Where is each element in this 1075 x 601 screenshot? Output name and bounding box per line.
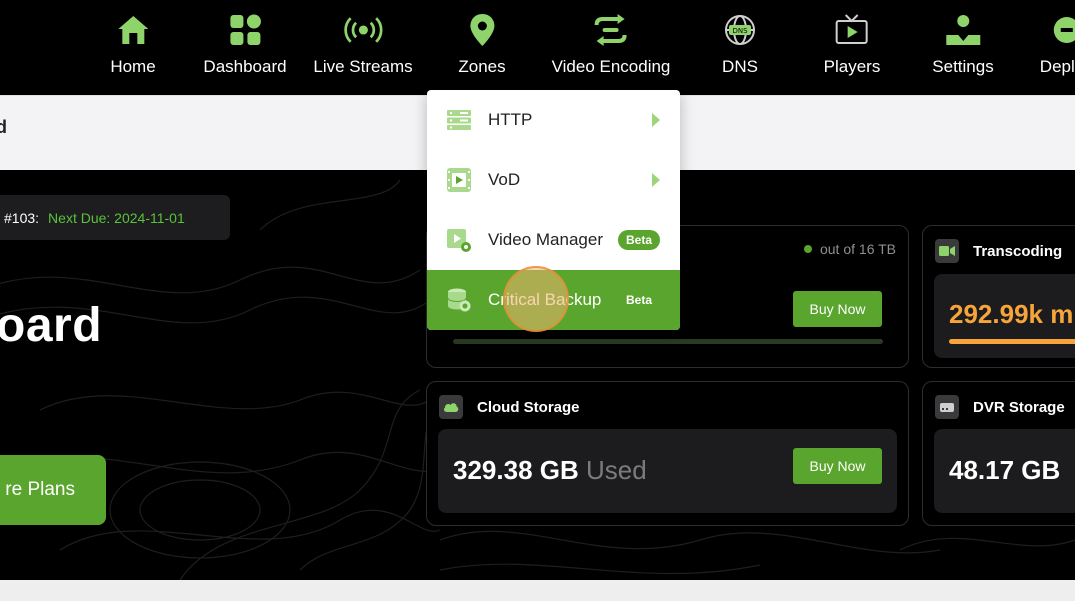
dvr-storage-header: DVR Storage — [935, 395, 1065, 419]
menu-item-vod[interactable]: VoD — [427, 150, 680, 210]
cloud-storage-header: Cloud Storage — [439, 395, 580, 419]
nav-players[interactable]: Players — [823, 10, 881, 77]
home-icon — [113, 10, 153, 50]
cloud-storage-used-label: Used — [585, 455, 647, 485]
nav-deploy-label: Deplo — [1039, 57, 1075, 76]
menu-item-http-label: HTTP — [488, 110, 533, 129]
menu-item-video-manager-label: Video Manager — [488, 230, 603, 249]
nav-players-label: Players — [823, 57, 881, 76]
menu-item-video-manager[interactable]: Video Manager Beta — [427, 210, 680, 270]
transcoding-progress-bar — [949, 339, 1075, 344]
transcoding-title: Transcoding — [973, 242, 1063, 260]
tv-player-icon — [832, 10, 872, 50]
nav-settings[interactable]: Settings — [932, 10, 994, 77]
chevron-right-icon — [652, 113, 660, 127]
storage-out-of-text: out of 16 TB — [819, 241, 896, 257]
storage-quota: out of 16 TB — [803, 241, 896, 257]
invoice-number: #103: — [4, 209, 40, 226]
server-rack-icon — [446, 107, 472, 133]
transcoding-card-header: Transcoding — [935, 239, 1062, 263]
transcoding-card: Transcoding 292.99k m — [922, 225, 1075, 368]
cloud-storage-used: 329.38 GB Used — [453, 455, 647, 486]
menu-item-http[interactable]: HTTP — [427, 90, 680, 150]
nav-dns-label: DNS — [722, 57, 758, 76]
nav-home[interactable]: Home — [110, 10, 156, 77]
cloud-storage-card: Cloud Storage 329.38 GB Used Buy Now — [426, 381, 909, 526]
invoice-due-badge[interactable]: #103: Next Due: 2024-11-01 — [0, 195, 230, 240]
zones-dropdown-menu: HTTP VoD Video Manager Beta Critical Bac… — [427, 90, 680, 330]
nav-zones[interactable]: Zones — [458, 10, 506, 77]
broadcast-icon — [343, 10, 383, 50]
nav-home-label: Home — [110, 57, 156, 76]
cloud-icon — [439, 395, 463, 419]
storage-buy-now-button[interactable]: Buy Now — [793, 291, 882, 327]
film-icon — [446, 167, 472, 193]
video-camera-icon — [935, 239, 959, 263]
status-dot — [803, 245, 812, 253]
dvr-storage-card: DVR Storage 48.17 GB — [922, 381, 1075, 526]
chevron-right-icon — [652, 173, 660, 187]
invoice-next-due: Next Due: 2024-11-01 — [48, 209, 185, 226]
deploy-icon — [1042, 10, 1075, 50]
location-pin-icon — [462, 10, 502, 50]
nav-live-streams[interactable]: Live Streams — [313, 10, 413, 77]
nav-dashboard-label: Dashboard — [203, 57, 287, 76]
svg-text:DNS: DNS — [732, 27, 748, 35]
nav-dns[interactable]: DNS DNS — [720, 10, 760, 77]
page-title: oard — [0, 299, 103, 352]
beta-badge: Beta — [625, 293, 652, 307]
database-backup-icon — [446, 287, 472, 313]
nav-video-encoding-label: Video Encoding — [551, 57, 671, 76]
menu-item-critical-backup[interactable]: Critical Backup Beta — [427, 270, 680, 330]
nav-settings-label: Settings — [932, 57, 994, 76]
storage-progress-bar — [453, 339, 883, 344]
dashboard-icon — [225, 10, 265, 50]
settings-user-icon — [943, 10, 983, 50]
nav-zones-label: Zones — [458, 57, 506, 76]
dvr-storage-value: 48.17 GB — [949, 455, 1061, 485]
beta-badge: Beta — [617, 230, 660, 250]
footer-strip — [0, 580, 1075, 601]
top-navigation: Home Dashboard Live Streams Zones Video … — [0, 0, 1075, 95]
explore-plans-button[interactable]: re Plans — [0, 455, 106, 525]
breadcrumb-text: d — [0, 117, 7, 137]
transcoding-value: 292.99k m — [949, 299, 1074, 329]
video-settings-icon — [446, 227, 472, 253]
encoding-arrows-icon — [591, 10, 631, 50]
cloud-storage-title: Cloud Storage — [477, 398, 580, 416]
menu-item-vod-label: VoD — [488, 170, 521, 189]
nav-dashboard[interactable]: Dashboard — [203, 10, 287, 77]
cloud-storage-value: 329.38 GB — [453, 455, 579, 485]
dns-globe-icon: DNS — [720, 10, 760, 50]
nav-live-streams-label: Live Streams — [313, 57, 413, 76]
hard-drive-icon — [935, 395, 959, 419]
nav-deploy[interactable]: Deplo — [1040, 10, 1075, 77]
nav-video-encoding[interactable]: Video Encoding — [551, 10, 671, 77]
cloud-storage-buy-now-button[interactable]: Buy Now — [793, 448, 882, 484]
menu-item-critical-backup-label: Critical Backup — [488, 290, 602, 309]
dvr-storage-title: DVR Storage — [973, 398, 1065, 416]
